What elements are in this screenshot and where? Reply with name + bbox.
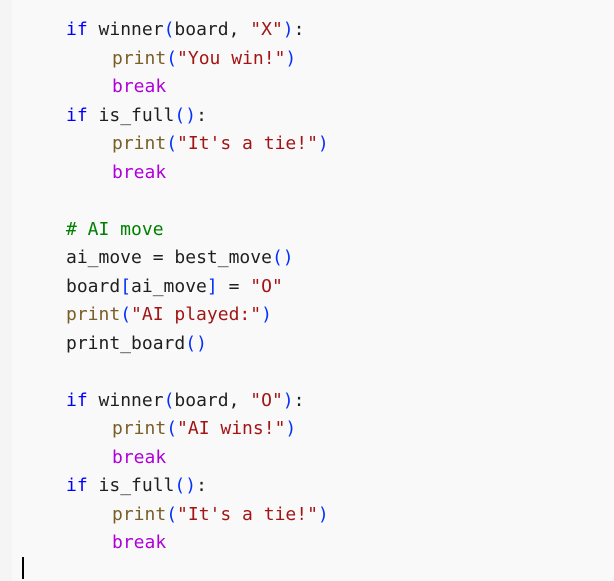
string-you-win: "You win!" <box>177 47 286 69</box>
code-line-2: print("You win!") <box>66 45 329 74</box>
code-line-12: print_board() <box>66 330 329 359</box>
paren-open: ( <box>163 19 175 40</box>
code-block: if winner(board, "X"): print("You win!") b… <box>66 16 329 558</box>
paren-close: ) <box>196 332 207 354</box>
comma: , <box>228 19 240 40</box>
paren-open: ( <box>166 418 178 439</box>
identifier-ai-move: ai_move <box>66 247 142 268</box>
colon: : <box>196 475 207 496</box>
comment-ai-move: # AI move <box>66 218 164 240</box>
string-tie: "It's a tie!" <box>177 133 318 154</box>
code-line-13-blank <box>66 358 329 387</box>
function-print: print <box>112 503 167 525</box>
keyword-break: break <box>112 76 167 97</box>
paren-open: ( <box>271 247 283 268</box>
identifier-board: board <box>174 389 229 411</box>
code-line-15: print("AI wins!") <box>66 415 329 444</box>
identifier-is-full: is_full <box>98 475 175 496</box>
code-line-14: if winner(board, "O"): <box>66 387 329 416</box>
string-tie: "It's a tie!" <box>177 503 318 525</box>
code-line-16: break <box>66 444 329 473</box>
paren-close: ) <box>282 389 294 411</box>
code-line-11: print("AI played:") <box>66 301 329 330</box>
string-x: "X" <box>250 19 283 40</box>
keyword-if: if <box>66 104 88 126</box>
function-print: print <box>112 418 167 439</box>
function-print: print <box>112 47 167 69</box>
colon: : <box>293 19 305 40</box>
paren-open: ( <box>166 47 178 69</box>
paren-close: ) <box>261 304 272 325</box>
comma: , <box>228 389 240 411</box>
identifier-is-full: is_full <box>98 104 175 126</box>
keyword-break: break <box>112 532 167 553</box>
colon: : <box>293 389 305 411</box>
function-print: print <box>112 133 167 154</box>
code-line-1: if winner(board, "X"): <box>66 16 329 45</box>
identifier-print-board: print_board <box>66 332 186 354</box>
identifier-ai-move: ai_move <box>131 275 207 297</box>
code-line-6: break <box>66 159 329 188</box>
paren-close: ) <box>317 133 329 154</box>
code-line-5: print("It's a tie!") <box>66 130 329 159</box>
bracket-close: ] <box>206 275 218 297</box>
identifier-board: board <box>174 19 229 40</box>
string-o: "O" <box>250 389 283 411</box>
paren-open: ( <box>163 389 175 411</box>
string-ai-wins: "AI wins!" <box>177 418 286 439</box>
colon: : <box>196 104 207 126</box>
paren-open: ( <box>166 503 178 525</box>
code-line-7-blank <box>66 187 329 216</box>
paren-open: ( <box>174 475 186 496</box>
paren-open: ( <box>120 304 132 325</box>
code-line-8: # AI move <box>66 216 329 245</box>
code-line-10: board[ai_move] = "O" <box>66 273 329 302</box>
paren-close: ) <box>317 503 329 525</box>
code-line-3: break <box>66 73 329 102</box>
identifier-best-move: best_move <box>174 247 272 268</box>
paren-open: ( <box>174 104 186 126</box>
code-line-18: print("It's a tie!") <box>66 501 329 530</box>
keyword-if: if <box>66 389 88 411</box>
function-print: print <box>66 304 121 325</box>
paren-close: ) <box>282 19 294 40</box>
paren-close: ) <box>285 47 297 69</box>
keyword-if: if <box>66 19 88 40</box>
editor-gutter <box>0 0 12 581</box>
code-line-9: ai_move = best_move() <box>66 244 329 273</box>
paren-close: ) <box>282 247 294 268</box>
code-editor[interactable]: if winner(board, "X"): print("You win!") b… <box>0 0 614 581</box>
identifier-board: board <box>66 275 121 297</box>
keyword-break: break <box>112 161 167 183</box>
paren-close: ) <box>285 418 297 439</box>
keyword-if: if <box>66 475 88 496</box>
paren-close: ) <box>185 104 197 126</box>
operator-assign: = <box>152 247 164 268</box>
string-ai-played: "AI played:" <box>131 304 262 325</box>
operator-assign: = <box>228 275 240 297</box>
text-cursor <box>22 557 24 579</box>
code-line-4: if is_full(): <box>66 102 329 131</box>
bracket-open: [ <box>120 275 132 297</box>
string-o: "O" <box>250 275 283 297</box>
code-line-19: break <box>66 529 329 558</box>
paren-open: ( <box>185 332 197 354</box>
paren-close: ) <box>185 475 197 496</box>
keyword-break: break <box>112 446 167 468</box>
identifier-winner: winner <box>98 19 164 40</box>
identifier-winner: winner <box>98 389 164 411</box>
code-line-17: if is_full(): <box>66 472 329 501</box>
paren-open: ( <box>166 133 178 154</box>
